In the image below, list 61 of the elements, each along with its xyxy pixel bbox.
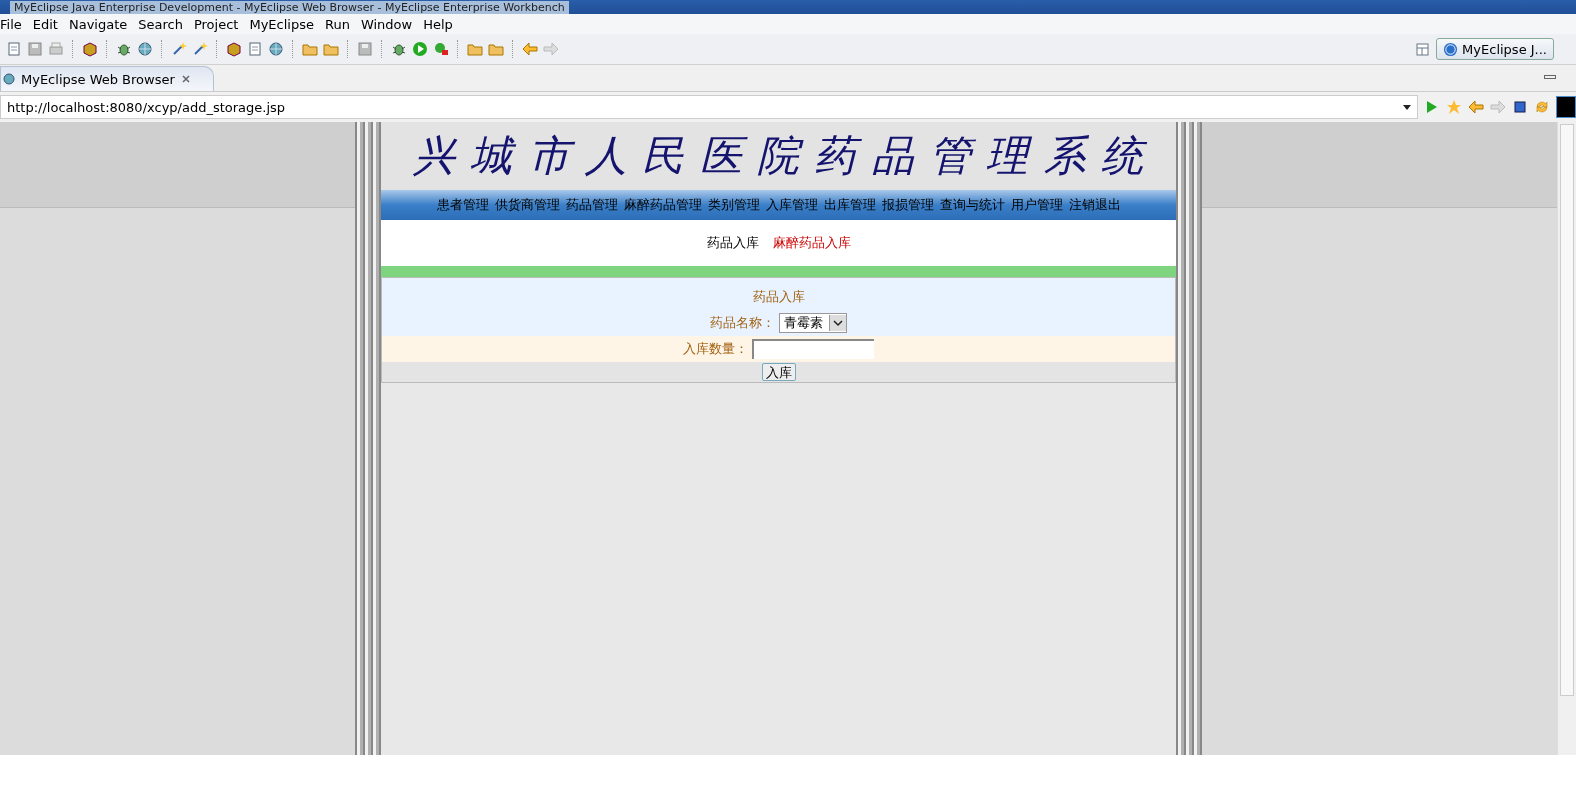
menu-item[interactable]: Run [319,16,356,32]
new-file-icon[interactable] [6,41,22,57]
play-icon[interactable] [412,41,428,57]
sub-nav-link[interactable]: 麻醉药品入库 [772,234,851,252]
color-swatch[interactable] [1556,96,1576,118]
save-icon[interactable] [27,41,43,57]
minimize-icon[interactable] [1544,75,1556,79]
menu-item[interactable]: Project [188,16,245,32]
wand-icon[interactable] [192,41,208,57]
folder-icon[interactable] [323,41,339,57]
window-title: MyEclipse Java Enterprise Development - MyEclipse Web Browser - MyEclipse Enterprise Workbench [10,0,569,14]
drug-select[interactable]: 青霉素 [779,313,847,333]
arrow-left-icon[interactable] [1468,99,1484,115]
nav-link[interactable]: 供货商管理 [494,196,560,214]
menu-item[interactable]: MyEclipse [244,16,320,32]
field-label: 入库数量： [683,340,748,358]
menu-item[interactable]: Window [355,16,419,32]
bug-icon[interactable] [116,41,132,57]
bug-icon[interactable] [391,41,407,57]
address-field[interactable]: http://localhost:8080/xcyp/add_storage.jsp [0,95,1418,119]
nav-link[interactable]: 药品管理 [565,196,618,214]
nav-link[interactable]: 入库管理 [765,196,818,214]
menu-item[interactable]: Navigate [63,16,134,32]
quantity-input[interactable] [752,339,874,359]
sub-nav-link[interactable]: 药品入库 [706,234,759,252]
refresh-icon[interactable] [1534,99,1550,115]
arrow-left-icon[interactable] [522,41,538,57]
globe-icon[interactable] [268,41,284,57]
letter-m-logo-icon [1443,41,1459,57]
submit-button[interactable]: 入库 [761,363,796,381]
folder-icon[interactable] [467,41,483,57]
star-icon[interactable] [1446,99,1462,115]
dropdown-caret-icon[interactable] [1403,104,1411,110]
menu-item[interactable]: Help [418,16,459,32]
folder-icon[interactable] [302,41,318,57]
folder-icon[interactable] [488,41,504,57]
menu-item[interactable]: Search [133,16,189,32]
nav-link[interactable]: 注销退出 [1068,196,1121,214]
globe-icon[interactable] [137,41,153,57]
form-title: 药品入库 [752,288,805,306]
close-icon[interactable] [180,74,191,84]
site-title: 兴 城 市 人 民 医 院 药 品 管 理 系 统 [412,130,1145,182]
field-label: 药品名称： [710,314,775,332]
menu-item[interactable]: Edit [27,16,64,32]
nav-link[interactable]: 查询与统计 [939,196,1005,214]
open-perspective-icon[interactable] [1415,41,1432,57]
nav-link[interactable]: 麻醉药品管理 [623,196,702,214]
editor-tab[interactable]: MyEclipse Web Browser [0,66,214,91]
perspective-button[interactable]: MyEclipse J... [1436,38,1554,60]
menu-item[interactable]: File [0,16,28,32]
wand-icon[interactable] [171,41,187,57]
nav-link[interactable]: 出库管理 [823,196,876,214]
box-icon[interactable] [82,41,98,57]
nav-link[interactable]: 报损管理 [881,196,934,214]
scrollbar[interactable] [1557,122,1576,755]
globe-icon [3,73,15,85]
print-icon[interactable] [48,41,64,57]
dropdown-caret-icon[interactable] [829,315,846,331]
nav-link[interactable]: 类别管理 [707,196,760,214]
nav-link[interactable]: 患者管理 [436,196,489,214]
nav-link[interactable]: 用户管理 [1010,196,1063,214]
